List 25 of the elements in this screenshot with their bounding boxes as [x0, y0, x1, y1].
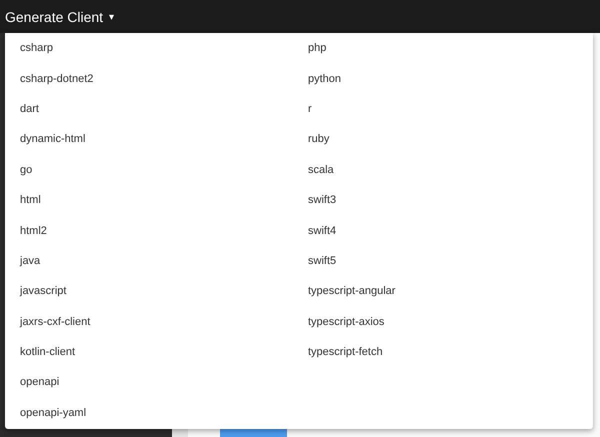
menu-item[interactable]: typescript-angular	[293, 285, 396, 298]
menu-item[interactable]: swift3	[293, 194, 336, 206]
menu-item[interactable]: openapi	[5, 376, 60, 388]
menu-item[interactable]: typescript-axios	[293, 316, 384, 328]
menu-item[interactable]: typescript-fetch	[293, 346, 383, 358]
menu-item[interactable]: jaxrs-cxf-client	[5, 316, 90, 328]
menu-item[interactable]: csharp	[5, 42, 54, 54]
menu-item[interactable]: java	[5, 254, 40, 267]
generate-client-menu-button[interactable]: Generate Client ▾	[0, 0, 114, 33]
menu-item[interactable]: go	[5, 164, 32, 176]
menu-item[interactable]: dynamic-html	[5, 133, 86, 146]
menu-item[interactable]: html	[5, 194, 41, 206]
menu-item[interactable]: dart	[5, 102, 39, 115]
menu-item[interactable]: php	[293, 42, 326, 54]
menu-item[interactable]: ruby	[293, 133, 330, 146]
menu-item[interactable]: csharp-dotnet2	[5, 72, 94, 85]
menu-item[interactable]: javascript	[5, 285, 66, 298]
menu-item[interactable]: openapi-yaml	[5, 406, 86, 419]
menu-item[interactable]: swift5	[293, 254, 336, 267]
menu-item[interactable]: html2	[5, 224, 47, 237]
menu-item[interactable]: swift4	[293, 224, 336, 237]
menu-item[interactable]: kotlin-client	[5, 346, 76, 358]
menu-item[interactable]: scala	[293, 164, 334, 176]
menu-item[interactable]: python	[293, 72, 342, 85]
menu-item[interactable]: r	[293, 102, 312, 115]
